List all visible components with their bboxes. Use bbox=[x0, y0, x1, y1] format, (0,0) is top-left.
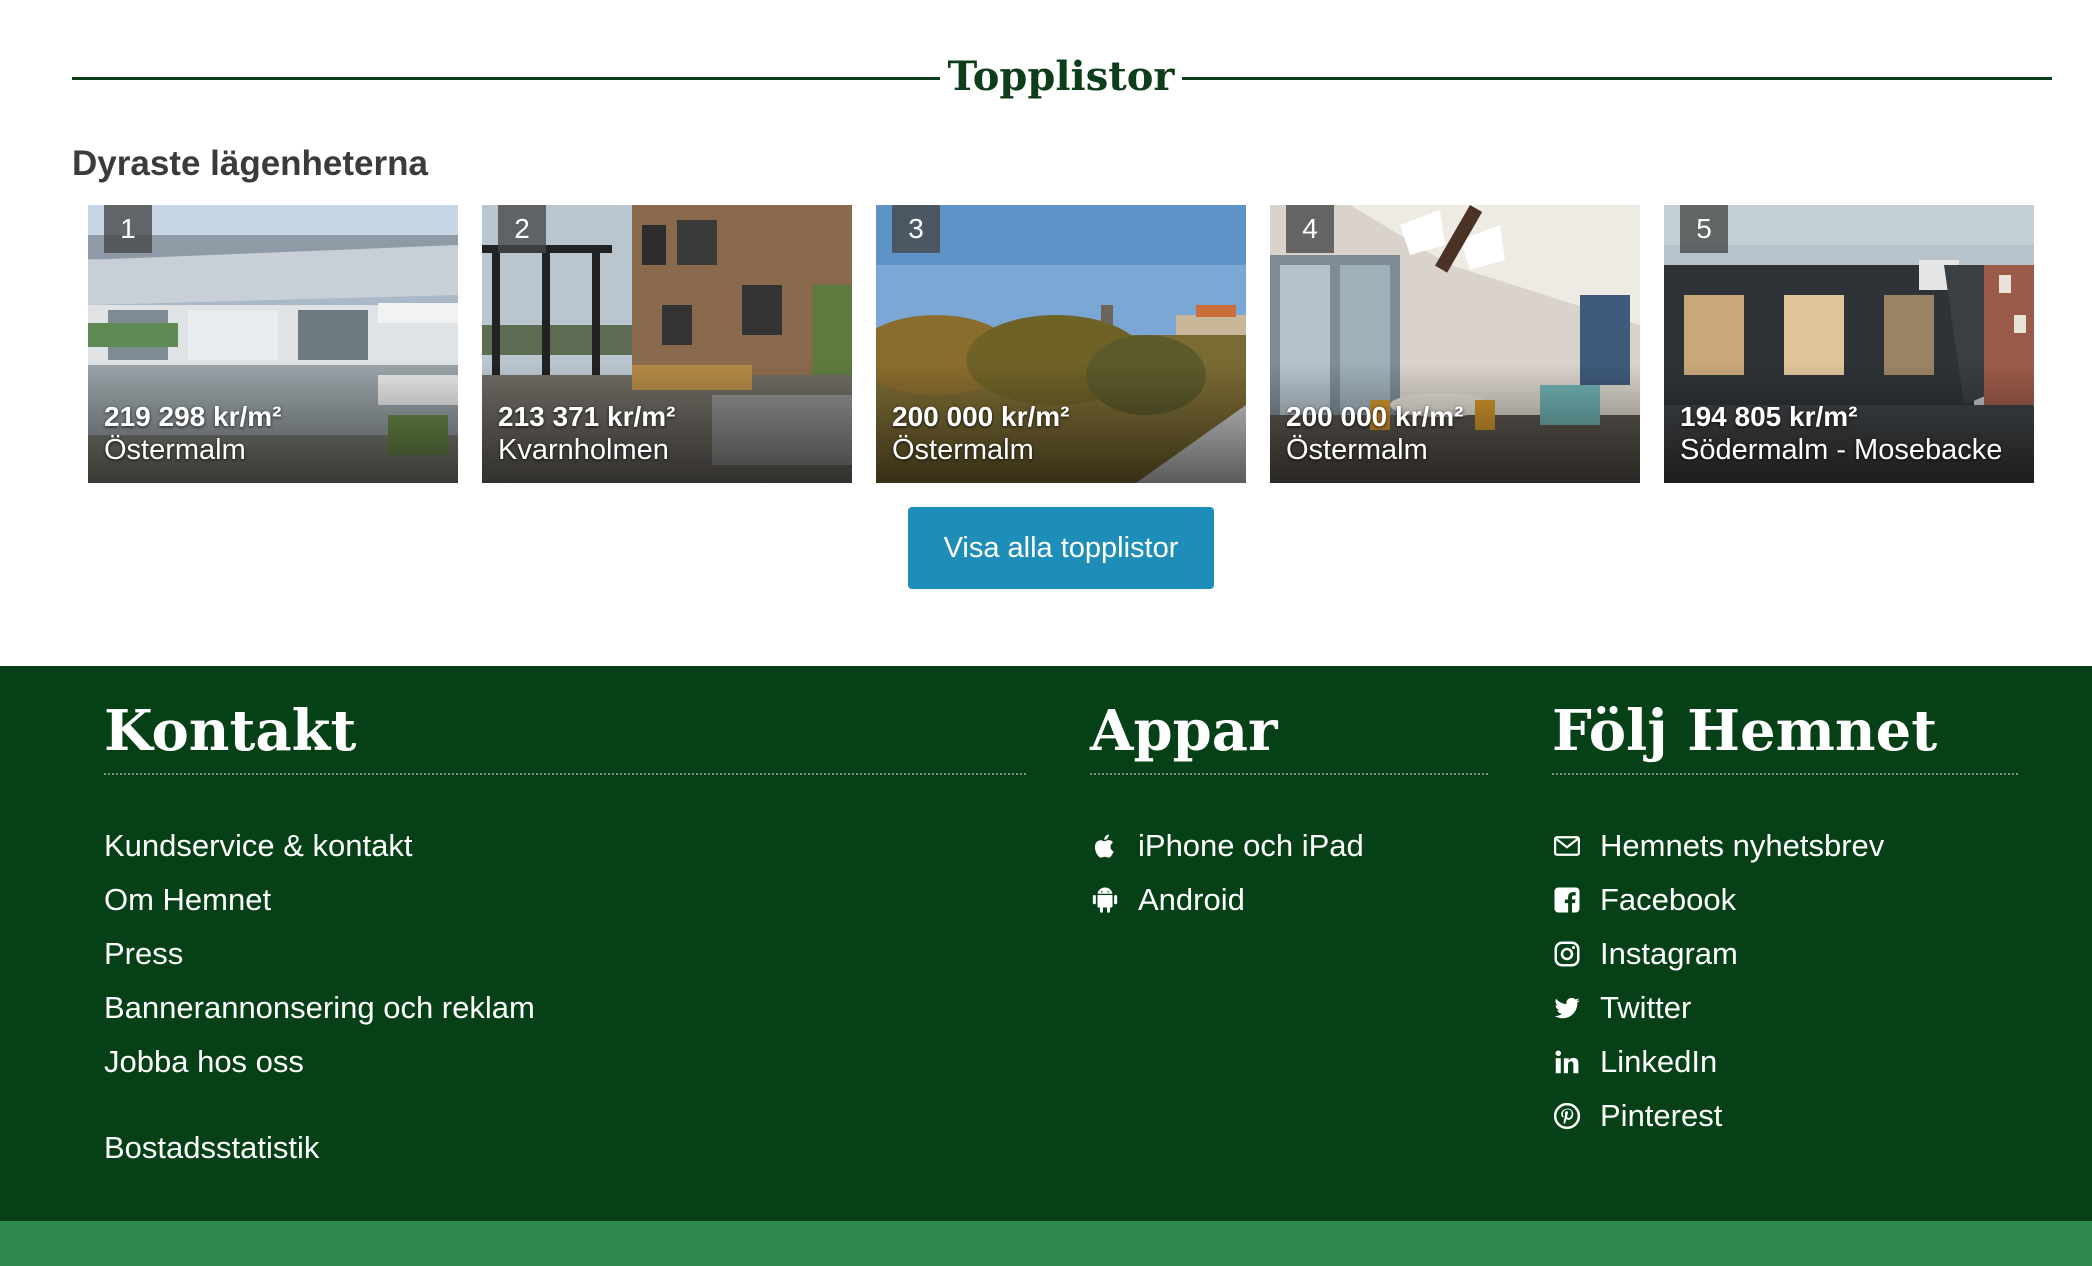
link-label: Facebook bbox=[1600, 882, 1737, 917]
toplist-card-4[interactable]: 4 200 000 kr/m² Östermalm bbox=[1270, 205, 1640, 483]
footer-divider bbox=[1090, 773, 1488, 775]
link-label: iPhone och iPad bbox=[1138, 828, 1364, 863]
link-om-hemnet[interactable]: Om Hemnet bbox=[104, 873, 535, 927]
area-name: Östermalm bbox=[892, 434, 1034, 466]
link-jobba-hos-oss[interactable]: Jobba hos oss bbox=[104, 1035, 535, 1089]
list-title: Dyraste lägenheterna bbox=[72, 144, 428, 183]
social-links: Hemnets nyhetsbrev Facebook Instagram Tw… bbox=[1552, 819, 1884, 1143]
section-title: Topplistor bbox=[947, 53, 1175, 100]
area-name: Södermalm - Mosebacke bbox=[1680, 434, 2003, 466]
link-bannerannonsering[interactable]: Bannerannonsering och reklam bbox=[104, 981, 535, 1035]
link-iphone-ipad[interactable]: iPhone och iPad bbox=[1090, 819, 1364, 873]
link-nyhetsbrev[interactable]: Hemnets nyhetsbrev bbox=[1552, 819, 1884, 873]
footer-divider bbox=[104, 773, 1026, 775]
facebook-icon bbox=[1554, 887, 1580, 913]
app-links: iPhone och iPad Android bbox=[1090, 819, 1364, 927]
topplistor-section: Topplistor Dyraste lägenheterna 1 219 29… bbox=[0, 0, 2092, 666]
toplist-card-3[interactable]: 3 200 000 kr/m² Östermalm bbox=[876, 205, 1246, 483]
footer-bottom-bar bbox=[0, 1221, 2092, 1266]
link-kundservice[interactable]: Kundservice & kontakt bbox=[104, 819, 535, 873]
price-per-sqm: 200 000 kr/m² bbox=[892, 401, 1070, 432]
link-instagram[interactable]: Instagram bbox=[1552, 927, 1884, 981]
footer-divider bbox=[1552, 773, 2018, 775]
toplist-card-1[interactable]: 1 219 298 kr/m² Östermalm bbox=[88, 205, 458, 483]
link-pinterest[interactable]: Pinterest bbox=[1552, 1089, 1884, 1143]
heading-rule-left bbox=[72, 77, 940, 80]
area-name: Östermalm bbox=[1286, 434, 1428, 466]
link-label: Android bbox=[1138, 882, 1245, 917]
footer-heading-kontakt: Kontakt bbox=[104, 698, 357, 764]
section-heading: Topplistor bbox=[72, 52, 2052, 102]
apple-icon bbox=[1094, 834, 1114, 858]
envelope-icon bbox=[1554, 836, 1580, 856]
link-press[interactable]: Press bbox=[104, 927, 535, 981]
show-all-toplists-button[interactable]: Visa alla topplistor bbox=[908, 507, 1214, 589]
site-footer: Kontakt Kundservice & kontakt Om Hemnet … bbox=[0, 666, 2092, 1221]
link-label: Instagram bbox=[1600, 936, 1738, 971]
rank-badge: 2 bbox=[498, 205, 546, 253]
link-label: LinkedIn bbox=[1600, 1044, 1718, 1079]
link-bostadsstatistik[interactable]: Bostadsstatistik bbox=[104, 1121, 535, 1175]
linkedin-icon bbox=[1555, 1050, 1579, 1074]
link-facebook[interactable]: Facebook bbox=[1552, 873, 1884, 927]
rank-badge: 1 bbox=[104, 205, 152, 253]
rank-badge: 3 bbox=[892, 205, 940, 253]
heading-rule-right bbox=[1182, 77, 2052, 80]
link-linkedin[interactable]: LinkedIn bbox=[1552, 1035, 1884, 1089]
instagram-icon bbox=[1554, 941, 1580, 967]
link-label: Pinterest bbox=[1600, 1098, 1723, 1133]
toplist-card-5[interactable]: 5 194 805 kr/m² Södermalm - Mosebacke bbox=[1664, 205, 2034, 483]
footer-heading-folj-hemnet: Följ Hemnet bbox=[1552, 698, 1938, 764]
kontakt-links: Kundservice & kontakt Om Hemnet Press Ba… bbox=[104, 819, 535, 1175]
link-label: Twitter bbox=[1600, 990, 1692, 1025]
price-per-sqm: 194 805 kr/m² bbox=[1680, 401, 1858, 432]
link-twitter[interactable]: Twitter bbox=[1552, 981, 1884, 1035]
rank-badge: 4 bbox=[1286, 205, 1334, 253]
pinterest-icon bbox=[1553, 1102, 1581, 1130]
price-per-sqm: 219 298 kr/m² bbox=[104, 401, 282, 432]
android-icon bbox=[1092, 887, 1118, 913]
link-android[interactable]: Android bbox=[1090, 873, 1364, 927]
footer-heading-appar: Appar bbox=[1090, 698, 1278, 764]
rank-badge: 5 bbox=[1680, 205, 1728, 253]
twitter-icon bbox=[1554, 997, 1580, 1019]
toplist-card-2[interactable]: 2 213 371 kr/m² Kvarnholmen bbox=[482, 205, 852, 483]
area-name: Kvarnholmen bbox=[498, 434, 669, 466]
area-name: Östermalm bbox=[104, 434, 246, 466]
price-per-sqm: 200 000 kr/m² bbox=[1286, 401, 1464, 432]
toplist-cards: 1 219 298 kr/m² Östermalm 2 213 371 kr/m… bbox=[88, 205, 2034, 483]
price-per-sqm: 213 371 kr/m² bbox=[498, 401, 676, 432]
link-label: Hemnets nyhetsbrev bbox=[1600, 828, 1885, 863]
